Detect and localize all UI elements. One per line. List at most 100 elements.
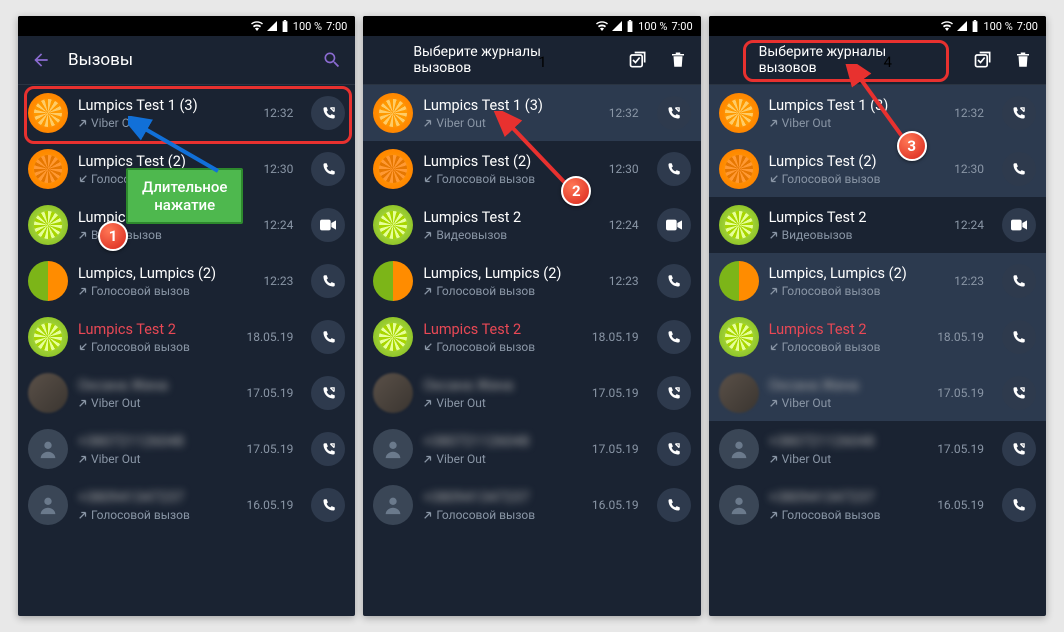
select-all-button[interactable] [970, 47, 996, 73]
appbar-title-line1: Выберите журналы [413, 44, 588, 60]
row-subtitle: Голосовой вызов [78, 172, 253, 186]
search-icon [322, 50, 342, 70]
signal-icon [612, 21, 622, 31]
phone-screen-1: 100 % 7:00 Вызовы Lumpics Test 1 (3)Vibe… [18, 16, 355, 616]
call-button[interactable] [311, 488, 345, 522]
row-title: Оксана Жена [769, 377, 928, 394]
call-row[interactable]: Оксана ЖенаViber Out17.05.19 [363, 365, 700, 421]
call-button[interactable] [657, 96, 691, 130]
call-row[interactable]: +380941347237Голосовой вызов16.05.19 [709, 477, 1046, 533]
row-time: 12:24 [263, 218, 293, 232]
call-button[interactable] [311, 96, 345, 130]
avatar [28, 149, 68, 189]
call-button[interactable] [311, 264, 345, 298]
row-title: +380941347237 [769, 489, 928, 506]
call-button[interactable] [1002, 376, 1036, 410]
call-button[interactable] [311, 376, 345, 410]
call-button[interactable] [657, 208, 691, 242]
call-button[interactable] [311, 152, 345, 186]
call-row[interactable]: +380941347237Голосовой вызов16.05.19 [18, 477, 355, 533]
phone-screen-2: 100 % 7:00 Выберите журналы вызовов 1 Lu… [363, 16, 700, 616]
call-row[interactable]: +380721126048Viber Out17.05.19 [363, 421, 700, 477]
row-subtitle: Голосовой вызов [769, 284, 944, 298]
row-time: 12:23 [263, 274, 293, 288]
call-button[interactable] [657, 152, 691, 186]
row-subtitle: Голосовой вызов [423, 284, 598, 298]
call-button[interactable] [657, 264, 691, 298]
row-subtitle: Viber Out [78, 116, 253, 130]
row-subtitle: Голосовой вызов [78, 340, 237, 354]
call-row[interactable]: Оксана ЖенаViber Out17.05.19 [709, 365, 1046, 421]
avatar [28, 373, 68, 413]
call-row[interactable]: +380721126048Viber Out17.05.19 [18, 421, 355, 477]
call-row[interactable]: Оксана ЖенаViber Out17.05.19 [18, 365, 355, 421]
clock-text: 7:00 [326, 20, 347, 33]
call-row[interactable]: Lumpics Test (2)Голосовой вызов12:30 [709, 141, 1046, 197]
call-row[interactable]: Lumpics Test 1 (3)Viber Out12:32 [18, 85, 355, 141]
row-time: 17.05.19 [937, 386, 984, 400]
trash-icon [1014, 50, 1032, 70]
call-button[interactable] [657, 376, 691, 410]
arrow-left-icon [31, 50, 51, 70]
back-button[interactable] [28, 47, 54, 73]
call-button[interactable] [1002, 264, 1036, 298]
call-button[interactable] [311, 208, 345, 242]
row-subtitle: Viber Out [78, 396, 237, 410]
avatar [373, 149, 413, 189]
battery-icon [971, 20, 979, 32]
row-text: Оксана ЖенаViber Out [78, 377, 237, 410]
row-subtitle: Голосовой вызов [769, 172, 944, 186]
appbar-title: Вызовы [68, 50, 305, 70]
select-all-button[interactable] [625, 47, 651, 73]
call-row[interactable]: +380941347237Голосовой вызов16.05.19 [363, 477, 700, 533]
call-row[interactable]: Lumpics Test 2Видеовызов12:24 [709, 197, 1046, 253]
call-row[interactable]: Lumpics Test 2Видеовызов12:24 [18, 197, 355, 253]
app-bar: Выберите журналы вызовов 1 [363, 36, 700, 85]
call-row[interactable]: Lumpics Test (2)Голосовой вызов12:30 [18, 141, 355, 197]
call-row[interactable]: Lumpics Test 1 (3)Viber Out12:32 [363, 85, 700, 141]
trash-icon [669, 50, 687, 70]
row-text: Lumpics, Lumpics (2)Голосовой вызов [423, 265, 598, 298]
call-button[interactable] [1002, 152, 1036, 186]
call-row[interactable]: Lumpics Test 1 (3)Viber Out12:32 [709, 85, 1046, 141]
call-row[interactable]: Lumpics, Lumpics (2)Голосовой вызов12:23 [363, 253, 700, 309]
delete-button[interactable] [665, 47, 691, 73]
call-button[interactable] [657, 432, 691, 466]
call-button[interactable] [311, 432, 345, 466]
call-button[interactable] [657, 320, 691, 354]
row-text: +380941347237Голосовой вызов [78, 489, 237, 522]
call-button[interactable] [1002, 432, 1036, 466]
call-button[interactable] [657, 488, 691, 522]
row-time: 17.05.19 [592, 386, 639, 400]
avatar [373, 93, 413, 133]
avatar [719, 485, 759, 525]
row-title: Lumpics Test (2) [769, 153, 944, 170]
row-time: 12:32 [609, 106, 639, 120]
row-title: Lumpics Test 1 (3) [769, 97, 944, 114]
row-text: Lumpics Test 2Видеовызов [423, 209, 598, 242]
call-row[interactable]: Lumpics Test 2Голосовой вызов18.05.19 [709, 309, 1046, 365]
call-row[interactable]: +380721126048Viber Out17.05.19 [709, 421, 1046, 477]
call-button[interactable] [1002, 208, 1036, 242]
call-row[interactable]: Lumpics, Lumpics (2)Голосовой вызов12:23 [709, 253, 1046, 309]
call-row[interactable]: Lumpics Test (2)Голосовой вызов12:30 [363, 141, 700, 197]
call-row[interactable]: Lumpics Test 2Голосовой вызов18.05.19 [18, 309, 355, 365]
call-row[interactable]: Lumpics Test 2Видеовызов12:24 [363, 197, 700, 253]
row-subtitle: Видеовызов [78, 228, 253, 242]
appbar-title-line2: вызовов [413, 60, 588, 76]
row-title: Lumpics, Lumpics (2) [769, 265, 944, 282]
call-button[interactable] [1002, 96, 1036, 130]
row-title: Lumpics Test 2 [423, 321, 582, 338]
call-row[interactable]: Lumpics, Lumpics (2)Голосовой вызов12:23 [18, 253, 355, 309]
call-button[interactable] [1002, 320, 1036, 354]
inline-step-num: 4 [884, 53, 892, 71]
search-button[interactable] [319, 47, 345, 73]
avatar [373, 485, 413, 525]
delete-button[interactable] [1010, 47, 1036, 73]
call-button[interactable] [1002, 488, 1036, 522]
status-bar: 100 % 7:00 [363, 16, 700, 36]
row-text: Lumpics Test (2)Голосовой вызов [423, 153, 598, 186]
row-text: Lumpics Test 2Голосовой вызов [423, 321, 582, 354]
call-button[interactable] [311, 320, 345, 354]
call-row[interactable]: Lumpics Test 2Голосовой вызов18.05.19 [363, 309, 700, 365]
